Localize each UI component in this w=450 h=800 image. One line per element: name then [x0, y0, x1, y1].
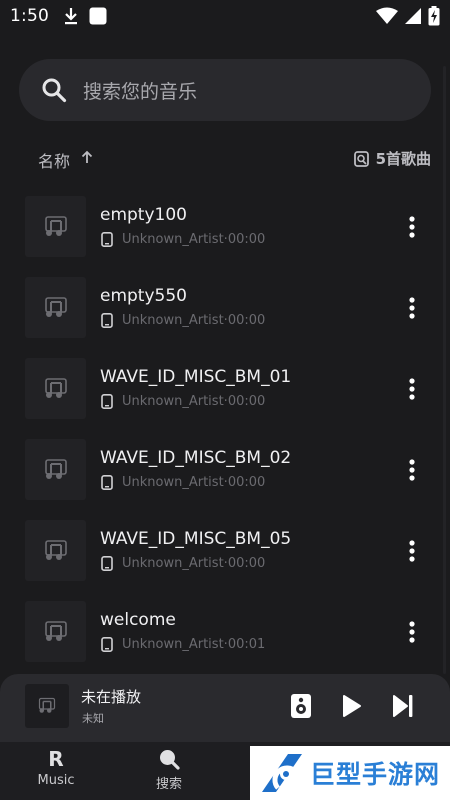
song-title: empty550 — [100, 286, 187, 306]
wifi-icon — [376, 7, 398, 24]
status-bar: 1:50 — [0, 0, 450, 32]
phone-icon — [101, 475, 113, 490]
more-options-button[interactable] — [398, 455, 426, 485]
more-options-button[interactable] — [398, 617, 426, 647]
skip-next-icon — [393, 695, 413, 717]
search-icon — [160, 750, 180, 770]
song-meta: Unknown_Artist · 00:00 — [101, 556, 265, 571]
phone-icon — [101, 313, 113, 328]
album-art — [25, 601, 86, 662]
song-item[interactable]: welcome Unknown_Artist · 00:01 — [0, 592, 450, 673]
more-vertical-icon — [409, 297, 415, 319]
sort-by-name-button[interactable]: 名称 — [38, 148, 70, 172]
tab-music[interactable]: R Music — [16, 748, 96, 798]
play-button[interactable] — [338, 691, 366, 721]
download-icon — [64, 8, 77, 25]
song-title: WAVE_ID_MISC_BM_01 — [100, 367, 292, 387]
more-vertical-icon — [409, 216, 415, 238]
song-artist: Unknown_Artist — [122, 394, 224, 409]
tab-search-label: 搜索 — [155, 777, 182, 792]
search-icon — [42, 78, 67, 103]
song-title: welcome — [100, 610, 176, 630]
mini-player-album-art — [25, 684, 69, 728]
watermark-logo-icon — [262, 754, 302, 792]
song-artist: Unknown_Artist — [122, 313, 224, 328]
status-time: 1:50 — [10, 6, 49, 26]
song-meta: Unknown_Artist · 00:00 — [101, 313, 265, 328]
music-note-icon — [44, 620, 67, 641]
more-vertical-icon — [409, 540, 415, 562]
more-options-button[interactable] — [398, 212, 426, 242]
app-notification-icon — [89, 7, 107, 25]
album-art — [25, 358, 86, 419]
song-count: 5首歌曲 — [353, 148, 431, 169]
skip-next-button[interactable] — [389, 691, 417, 721]
watermark-banner: 巨型手游网 — [250, 746, 450, 800]
song-artist: Unknown_Artist — [122, 475, 224, 490]
song-duration: 00:01 — [227, 637, 266, 652]
more-vertical-icon — [409, 459, 415, 481]
music-note-icon — [44, 377, 67, 398]
song-title: WAVE_ID_MISC_BM_05 — [100, 529, 292, 549]
song-item[interactable]: empty550 Unknown_Artist · 00:00 — [0, 268, 450, 349]
phone-icon — [101, 394, 113, 409]
cellular-signal-icon — [405, 8, 421, 24]
tab-search[interactable]: 搜索 — [129, 748, 209, 798]
song-artist: Unknown_Artist — [122, 556, 224, 571]
more-vertical-icon — [409, 378, 415, 400]
speaker-button[interactable] — [287, 691, 315, 721]
song-artist: Unknown_Artist — [122, 637, 224, 652]
song-duration: 00:00 — [227, 556, 266, 571]
more-options-button[interactable] — [398, 536, 426, 566]
song-artist: Unknown_Artist — [122, 232, 224, 247]
phone-icon — [101, 637, 113, 652]
song-duration: 00:00 — [227, 475, 266, 490]
song-item[interactable]: WAVE_ID_MISC_BM_05 Unknown_Artist · 00:0… — [0, 511, 450, 592]
more-options-button[interactable] — [398, 293, 426, 323]
album-art — [25, 520, 86, 581]
music-note-icon — [44, 539, 67, 560]
song-meta: Unknown_Artist · 00:00 — [101, 394, 265, 409]
song-list: empty100 Unknown_Artist · 00:00 empty550 — [0, 187, 450, 673]
more-options-button[interactable] — [398, 374, 426, 404]
sort-row: 名称 5首歌曲 — [0, 140, 450, 176]
more-vertical-icon — [409, 621, 415, 643]
search-placeholder: 搜索您的音乐 — [83, 80, 198, 103]
arrow-up-icon[interactable] — [79, 149, 95, 165]
now-playing-title: 未在播放 — [81, 688, 142, 706]
tab-music-label: Music — [37, 773, 75, 788]
battery-charging-icon — [428, 6, 440, 26]
song-item[interactable]: empty100 Unknown_Artist · 00:00 — [0, 187, 450, 268]
album-art — [25, 277, 86, 338]
music-logo-icon: R — [48, 747, 64, 771]
locate-song-icon[interactable] — [353, 150, 369, 167]
song-item[interactable]: WAVE_ID_MISC_BM_02 Unknown_Artist · 00:0… — [0, 430, 450, 511]
song-title: WAVE_ID_MISC_BM_02 — [100, 448, 292, 468]
song-duration: 00:00 — [227, 313, 266, 328]
song-duration: 00:00 — [227, 394, 266, 409]
album-art — [25, 439, 86, 500]
watermark-text: 巨型手游网 — [310, 760, 441, 789]
play-icon — [343, 695, 361, 717]
song-meta: Unknown_Artist · 00:00 — [101, 475, 265, 490]
search-bar[interactable]: 搜索您的音乐 — [19, 59, 431, 121]
music-note-icon — [38, 697, 56, 713]
mini-player[interactable]: 未在播放 未知 — [0, 674, 450, 742]
song-meta: Unknown_Artist · 00:01 — [101, 637, 265, 652]
song-item[interactable]: WAVE_ID_MISC_BM_01 Unknown_Artist · 00:0… — [0, 349, 450, 430]
song-title: empty100 — [100, 205, 187, 225]
song-meta: Unknown_Artist · 00:00 — [101, 232, 265, 247]
song-duration: 00:00 — [227, 232, 266, 247]
song-count-label: 5首歌曲 — [375, 150, 431, 168]
phone-icon — [101, 232, 113, 247]
speaker-icon — [291, 694, 311, 718]
now-playing-artist: 未知 — [82, 712, 104, 725]
music-note-icon — [44, 296, 67, 317]
album-art — [25, 196, 86, 257]
phone-icon — [101, 556, 113, 571]
music-note-icon — [44, 215, 67, 236]
music-note-icon — [44, 458, 67, 479]
